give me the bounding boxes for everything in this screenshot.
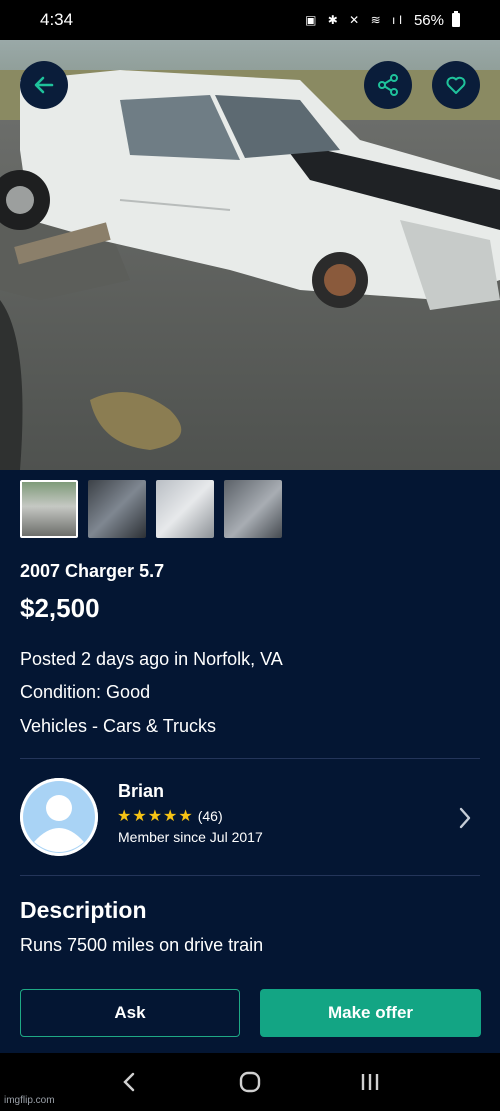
system-nav-bar	[0, 1053, 500, 1111]
make-offer-button[interactable]: Make offer	[260, 989, 481, 1037]
thumbnail-2[interactable]	[88, 480, 146, 538]
star-icon: ★	[178, 808, 193, 825]
listing-price: $2,500	[20, 593, 100, 623]
thumbnail-3[interactable]	[156, 480, 214, 538]
listing-title: 2007 Charger 5.7	[20, 561, 165, 581]
star-icon: ★	[147, 808, 163, 825]
share-button[interactable]	[364, 61, 412, 109]
seller-rating: ★ ★ ★ ★ ★ (46)	[117, 806, 223, 826]
thumbnail-1[interactable]	[20, 480, 78, 538]
watermark: imgflip.com	[4, 1095, 55, 1106]
listing-photo[interactable]	[0, 40, 500, 470]
arrow-left-icon	[34, 76, 54, 94]
divider	[20, 758, 480, 759]
star-icon: ★	[132, 808, 147, 825]
description-heading: Description	[20, 897, 147, 923]
listing-posted: Posted 2 days ago in Norfolk, VA	[20, 649, 283, 669]
member-since: Member since Jul 2017	[118, 829, 263, 845]
chevron-right-icon	[459, 807, 471, 829]
listing-condition: Condition: Good	[20, 682, 151, 702]
seller-avatar[interactable]	[20, 778, 98, 856]
status-indicators: ▣ ✱ ✕ ≋ ıl 56%	[305, 11, 460, 29]
nav-recents-icon	[361, 1074, 379, 1090]
nav-home-button[interactable]	[230, 1062, 270, 1102]
nav-recents-button[interactable]	[350, 1062, 390, 1102]
rating-count: (46)	[197, 808, 223, 824]
divider	[20, 875, 480, 876]
ask-button[interactable]: Ask	[20, 989, 240, 1037]
seller-profile-link[interactable]	[457, 805, 473, 836]
status-icons: ▣ ✱ ✕ ≋ ıl	[305, 13, 406, 27]
photo-thumbnails	[20, 480, 282, 538]
user-placeholder-icon	[20, 778, 98, 856]
seller-name[interactable]: Brian	[118, 781, 164, 802]
description-text: Runs 7500 miles on drive train	[20, 935, 264, 955]
back-button[interactable]	[20, 61, 68, 109]
heart-icon	[446, 76, 466, 94]
listing-category[interactable]: Vehicles - Cars & Trucks	[20, 716, 216, 737]
status-time: 4:34	[40, 10, 74, 29]
nav-home-icon	[239, 1071, 261, 1093]
nav-back-button[interactable]	[110, 1062, 150, 1102]
favorite-button[interactable]	[432, 61, 480, 109]
battery-icon	[452, 11, 460, 27]
nav-back-icon	[123, 1072, 135, 1092]
star-icon: ★	[117, 808, 132, 825]
share-icon	[378, 74, 398, 96]
car-photo-image	[0, 40, 500, 470]
status-bar: 4:34 ▣ ✱ ✕ ≋ ıl 56%	[0, 0, 500, 40]
star-icon: ★	[163, 808, 178, 825]
thumbnail-4[interactable]	[224, 480, 282, 538]
battery-level: 56%	[413, 11, 444, 29]
